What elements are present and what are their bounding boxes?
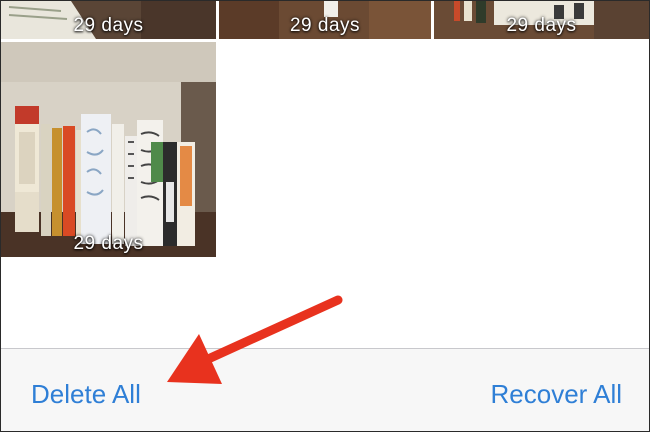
recover-all-button[interactable]: Recover All	[491, 379, 623, 410]
photo-grid: 29 days 29 days 29 days 29 days	[1, 1, 649, 257]
photo-image	[1, 42, 216, 257]
delete-all-button[interactable]: Delete All	[31, 379, 141, 410]
recently-deleted-screen: 29 days 29 days 29 days 29 days Delete A…	[0, 0, 650, 432]
photo-thumbnail[interactable]: 29 days	[1, 42, 216, 257]
days-remaining-label: 29 days	[289, 15, 361, 36]
photo-thumbnail[interactable]: 29 days	[434, 1, 649, 39]
photo-thumbnail[interactable]: 29 days	[1, 1, 216, 39]
days-remaining-label: 29 days	[73, 233, 144, 254]
bottom-toolbar: Delete All Recover All	[1, 348, 649, 431]
photo-thumbnail[interactable]: 29 days	[219, 1, 431, 39]
days-remaining-label: 29 days	[506, 15, 577, 36]
days-remaining-label: 29 days	[73, 15, 144, 36]
